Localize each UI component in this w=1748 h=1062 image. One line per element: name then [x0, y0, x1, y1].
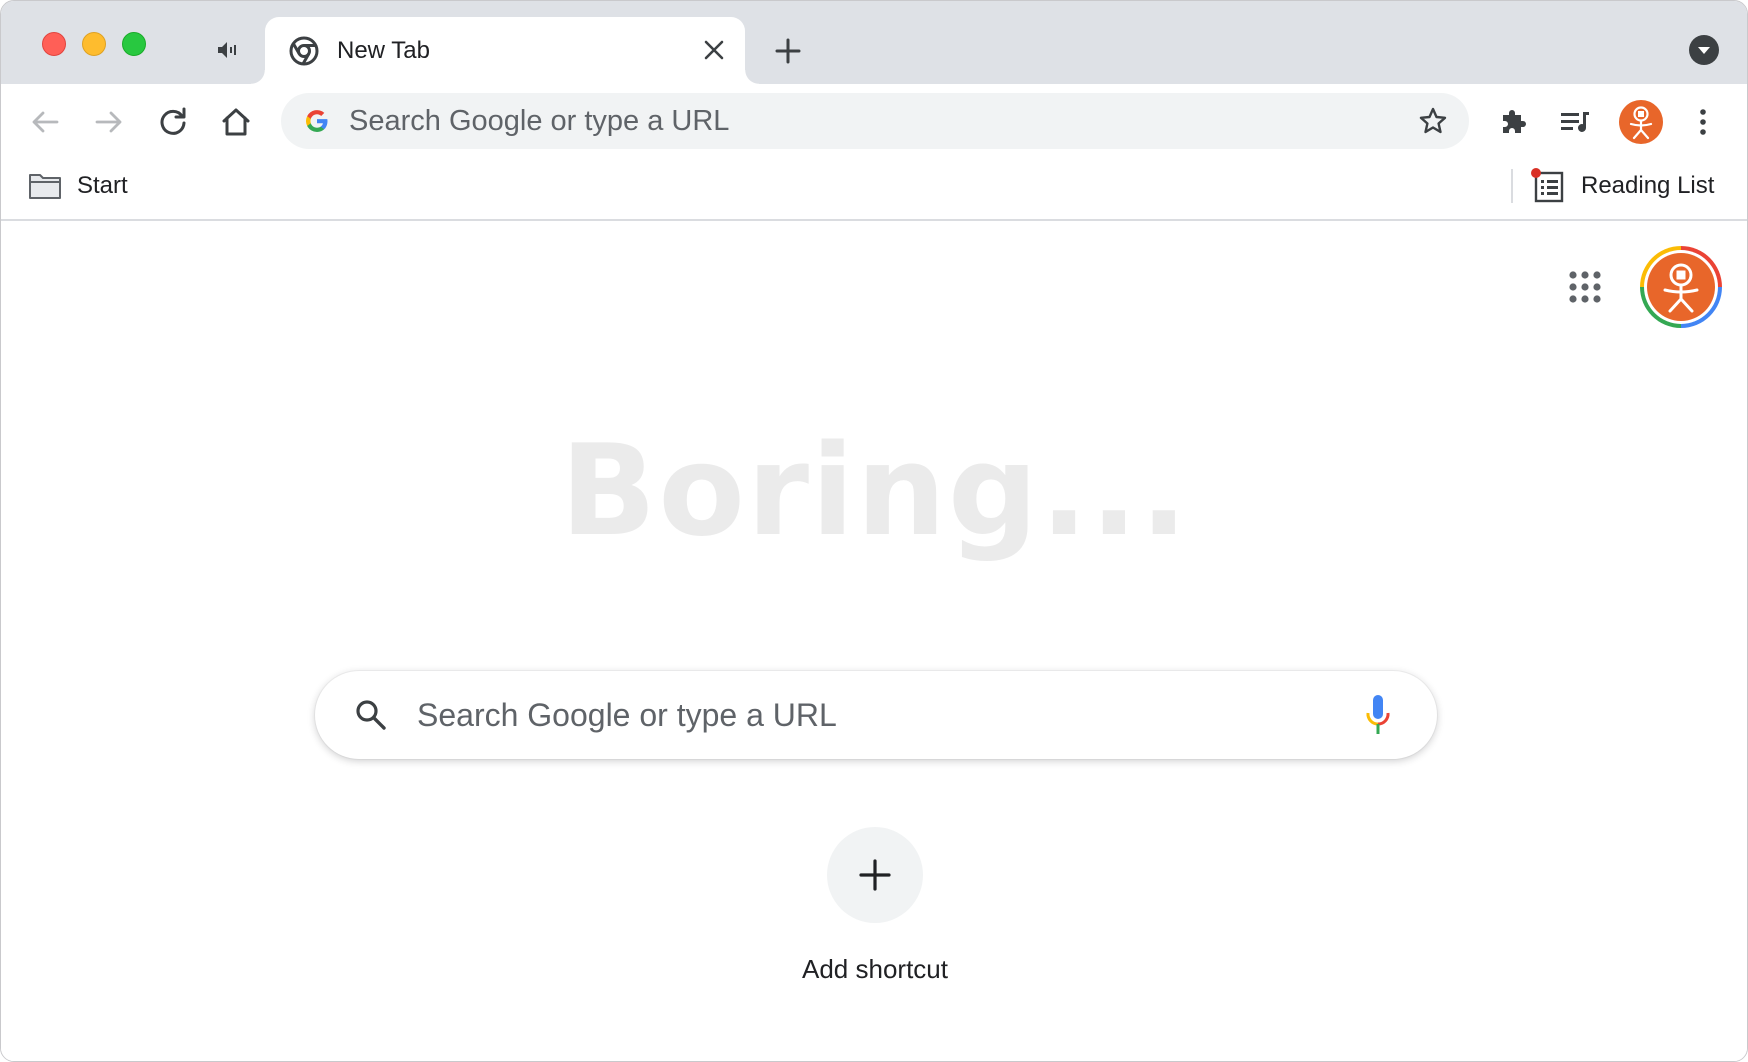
- speaker-icon[interactable]: [216, 39, 238, 61]
- microphone-icon[interactable]: [1363, 693, 1393, 737]
- notification-dot: [1531, 168, 1541, 178]
- avatar-ring: [1644, 250, 1718, 324]
- star-outline-icon[interactable]: [1417, 105, 1449, 137]
- account-avatar-button[interactable]: [1640, 246, 1722, 328]
- search-icon: [356, 700, 386, 730]
- tab-title: New Tab: [337, 37, 430, 64]
- google-g-icon: [306, 110, 328, 132]
- reading-list-icon[interactable]: [1531, 167, 1565, 205]
- forward-arrow-icon[interactable]: [91, 104, 127, 140]
- new-tab-page: Boring... Search Google or type a URL Ad…: [1, 221, 1747, 1061]
- address-bar-placeholder: Search Google or type a URL: [349, 105, 730, 137]
- reading-list-label[interactable]: Reading List: [1581, 171, 1714, 201]
- tab-new-tab[interactable]: New Tab: [251, 17, 759, 84]
- window-minimize-button[interactable]: [82, 32, 106, 56]
- bookmark-start[interactable]: Start: [77, 171, 128, 201]
- tab-search-button[interactable]: [1689, 35, 1719, 65]
- chevron-down-icon: [1698, 47, 1710, 54]
- plus-icon: [859, 859, 891, 891]
- puzzle-icon[interactable]: [1495, 104, 1531, 140]
- avatar-figure-icon: [1663, 263, 1699, 313]
- profile-avatar-button[interactable]: [1619, 100, 1663, 144]
- add-shortcut-label[interactable]: Add shortcut: [675, 953, 1075, 985]
- home-icon[interactable]: [218, 104, 254, 140]
- avatar-image: [1647, 253, 1715, 321]
- new-tab-button[interactable]: [772, 35, 804, 67]
- close-icon[interactable]: [701, 37, 727, 63]
- kebab-menu-icon[interactable]: [1685, 104, 1721, 140]
- toolbar: Search Google or type a URL: [1, 84, 1747, 159]
- chrome-icon: [289, 36, 319, 66]
- avatar-figure-icon: [1629, 106, 1653, 140]
- reload-icon[interactable]: [155, 104, 191, 140]
- folder-icon[interactable]: [28, 171, 62, 201]
- add-shortcut-button[interactable]: [827, 827, 923, 923]
- browser-window: New Tab Search Google or type a URL Star…: [0, 0, 1748, 1062]
- search-input-placeholder[interactable]: Search Google or type a URL: [417, 697, 837, 733]
- media-queue-icon[interactable]: [1557, 104, 1593, 140]
- search-box[interactable]: Search Google or type a URL: [315, 671, 1437, 759]
- doodle-text: Boring...: [560, 417, 1190, 564]
- tab-strip: New Tab: [1, 1, 1747, 84]
- bookmarks-bar: Start Reading List: [1, 159, 1747, 221]
- back-arrow-icon[interactable]: [27, 104, 63, 140]
- window-close-button[interactable]: [42, 32, 66, 56]
- address-bar[interactable]: Search Google or type a URL: [281, 93, 1469, 149]
- bookmarks-divider: [1511, 169, 1513, 203]
- google-apps-icon[interactable]: [1565, 267, 1605, 307]
- window-maximize-button[interactable]: [122, 32, 146, 56]
